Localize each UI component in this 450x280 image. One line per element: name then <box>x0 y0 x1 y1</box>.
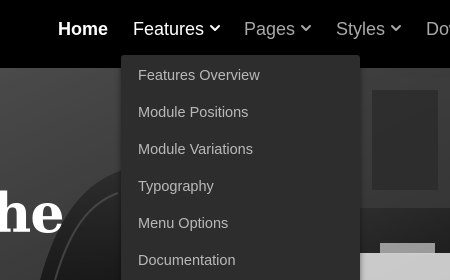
page: Home Features Pages Styles Download <box>0 0 450 280</box>
dropdown-item-documentation[interactable]: Documentation <box>138 251 236 271</box>
features-dropdown-menu: Features Overview Module Positions Modul… <box>121 55 360 280</box>
dropdown-item-module-positions[interactable]: Module Positions <box>138 103 248 123</box>
nav-download[interactable]: Download <box>426 17 450 41</box>
chevron-down-icon <box>209 22 221 34</box>
nav-download-label: Download <box>426 19 450 39</box>
nav-styles-label: Styles <box>336 19 386 39</box>
hero-heading: he <box>0 181 65 245</box>
chevron-down-icon <box>300 22 312 34</box>
dropdown-item-menu-options[interactable]: Menu Options <box>138 214 228 234</box>
nav-features-label: Features <box>133 19 205 39</box>
nav-home[interactable]: Home <box>58 17 108 41</box>
nav-pages-label: Pages <box>244 19 296 39</box>
nav-styles[interactable]: Styles <box>336 17 402 41</box>
nav-features[interactable]: Features <box>133 17 221 41</box>
dropdown-item-module-variations[interactable]: Module Variations <box>138 140 253 160</box>
dropdown-item-features-overview[interactable]: Features Overview <box>138 66 260 86</box>
chevron-down-icon <box>390 22 402 34</box>
nav-home-label: Home <box>58 19 109 39</box>
dropdown-item-typography[interactable]: Typography <box>138 177 214 197</box>
nav-pages[interactable]: Pages <box>244 17 312 41</box>
